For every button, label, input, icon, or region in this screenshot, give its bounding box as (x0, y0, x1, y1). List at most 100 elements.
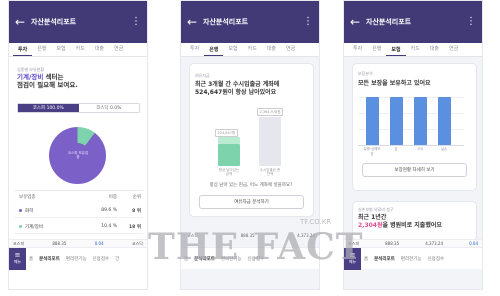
hamburger-icon: ≡ (14, 251, 21, 259)
tab-investment[interactable]: 투자 (185, 45, 204, 56)
tab-investment[interactable]: 투자 (13, 46, 33, 56)
tab-loan[interactable]: 대출 (425, 45, 444, 56)
nav-home[interactable]: 홈 (26, 256, 36, 262)
category-tabs: 투자 은행 보험 카드 대출 연금 (344, 43, 482, 57)
tab-insurance[interactable]: 보험 (386, 46, 406, 56)
bar-axis-label: 실손 (440, 147, 448, 151)
bar-axis-label: 3대 (417, 147, 423, 151)
tab-bank[interactable]: 은행 (367, 45, 386, 56)
section-headline: 기계/장비 섹터는 점검이 필요해 보여요. (17, 73, 117, 89)
phone-screen-insurance: ← 자산분석리포트 ⋮ 투자 은행 보험 카드 대출 연금 보장분석 모든 보장… (343, 0, 483, 290)
bar-axis-label: 질병·상해보장 (363, 147, 381, 156)
category-tabs: 투자 은행 보험 카드 대출 연금 (9, 43, 147, 57)
tab-pension[interactable]: 연금 (109, 45, 128, 56)
menu-button[interactable]: ≡ 메뉴 (9, 247, 26, 270)
bar-value-label: 2,364,978원 (257, 108, 284, 116)
question-text: 항상 남아 있는 현금, 어느 계좌에 넣을까요? (209, 183, 293, 188)
nav-convenient-features[interactable]: 편리한기능 (63, 256, 90, 262)
nav-analysis-report[interactable]: 분석리포트 (36, 256, 63, 262)
tab-insurance[interactable]: 보험 (51, 45, 70, 56)
tab-bank[interactable]: 은행 (32, 45, 51, 56)
app-header: ← 자산분석리포트 ⋮ (344, 1, 482, 43)
bottom-nav: ≡ 메뉴 홈 분석리포트 편리한기능 신용점수 (344, 247, 482, 270)
ticker-value-2: 4,373.24 (425, 241, 444, 246)
app-header: ← 자산분석리포트 ⋮ (181, 1, 319, 43)
page-title: 자산분석리포트 (203, 18, 249, 26)
toggle-kospi[interactable]: 코스피 100.0% (18, 104, 79, 112)
coverage-bar (414, 97, 427, 145)
more-vertical-icon[interactable]: ⋮ (466, 17, 476, 27)
col-rank: 순위 (132, 194, 141, 200)
toggle-kosdaq[interactable]: 코스닥 0.0% (79, 104, 140, 112)
tab-loan[interactable]: 대출 (90, 45, 109, 56)
claim-subtitle: 실손보험 의료비 청구 (358, 207, 394, 212)
section-headline: 최근 3개월 간 수시입출금 계좌에 524,647원이 항상 남아있어요 (195, 81, 280, 96)
col-share: 비중 (108, 194, 117, 200)
coverage-bar (366, 97, 379, 145)
ticker-change: 0.04 (94, 241, 104, 246)
legend-dot-icon (19, 209, 22, 212)
bar-axis-label: 항상 남아있는 금액 (218, 168, 240, 176)
menu-label: 메뉴 (13, 259, 22, 264)
tab-card[interactable]: 카드 (406, 45, 425, 56)
coverage-bar (390, 97, 403, 145)
coverage-detail-button[interactable]: 보장현황 자세히 보기 (362, 163, 467, 177)
headline-highlight: 기계/장비 (17, 73, 44, 81)
headline-text-2: 점검이 필요해 보여요. (17, 81, 78, 89)
bar-axis-label: 암 (394, 147, 398, 151)
row-share: 10.4 % (101, 224, 117, 229)
claim-line-2: 을 병원비로 지출했어요 (382, 222, 442, 229)
back-arrow-icon[interactable]: ← (187, 15, 199, 29)
tab-card[interactable]: 카드 (243, 45, 262, 56)
baseline (358, 145, 464, 146)
ticker-index-2: 코스닥 (131, 240, 143, 246)
table-row[interactable]: 화학 89.6 % 8 위 (15, 204, 143, 218)
ticker-index: 코스피 (13, 240, 25, 246)
page-title: 자산분석리포트 (366, 18, 412, 26)
tab-card[interactable]: 카드 (71, 45, 90, 56)
market-toggle: 코스피 100.0% 코스닥 0.0% (17, 103, 140, 113)
category-tabs: 투자 은행 보험 카드 대출 연금 (181, 43, 319, 57)
nav-credit-score[interactable]: 신용점수 (425, 256, 448, 262)
row-share: 89.6 % (101, 208, 117, 213)
tab-pension[interactable]: 연금 (444, 45, 463, 56)
bar-total-balance (259, 117, 281, 166)
ticker-value: 888.35 (52, 241, 67, 246)
bar-value-label: 524,647원 (215, 129, 238, 137)
section-subtitle: 여유자금 (195, 73, 210, 78)
more-vertical-icon[interactable]: ⋮ (303, 17, 313, 27)
col-sector: 보유업종 (19, 194, 36, 200)
bar-always-remaining (218, 144, 240, 166)
back-arrow-icon[interactable]: ← (350, 15, 362, 29)
market-ticker: 코스피 888.35 4,373.24 0.04 (344, 239, 482, 247)
bottom-nav: ≡ 메뉴 홈 분석리포트 편리한기능 신용점수 간 (9, 247, 147, 270)
nav-convenient-features[interactable]: 편리한기능 (398, 256, 425, 262)
tab-loan[interactable]: 대출 (262, 45, 281, 56)
claim-line-1: 최근 1년간 (358, 214, 387, 221)
table-row[interactable]: 기계/장비 10.4 % 18 위 (15, 220, 143, 234)
tab-investment[interactable]: 투자 (348, 45, 367, 56)
tab-pension[interactable]: 연금 (281, 45, 300, 56)
legend-dot-icon (19, 225, 22, 228)
market-ticker: 코스피 888.35 0.04 코스닥 (9, 239, 147, 247)
ticker-value: 888.35 (385, 241, 400, 246)
watermark-url: TF.CO.KR (300, 218, 332, 226)
watermark-logo: THE FACT (148, 226, 364, 268)
tab-insurance[interactable]: 보험 (223, 45, 242, 56)
headline-text-1: 섹터는 (43, 73, 64, 81)
phone-screen-investment: ← 자산분석리포트 ⋮ 투자 은행 보험 카드 대출 연금 업종별 보유현황 기… (8, 0, 148, 290)
tab-bank[interactable]: 은행 (204, 46, 224, 56)
nav-analysis-report[interactable]: 분석리포트 (371, 256, 398, 262)
nav-credit-score[interactable]: 신용점수 (90, 256, 113, 262)
section-headline: 모든 보장을 보유하고 있어요 (358, 80, 431, 87)
row-sector: 기계/장비 (25, 224, 44, 230)
analyze-spare-cash-button[interactable]: 여유자금 분석하기 (199, 195, 304, 209)
back-arrow-icon[interactable]: ← (15, 15, 27, 29)
section-subtitle: 보장분석 (358, 71, 373, 76)
row-sector: 화학 (25, 208, 34, 214)
app-header: ← 자산분석리포트 ⋮ (9, 1, 147, 43)
nav-more[interactable]: 간 (112, 256, 122, 262)
more-vertical-icon[interactable]: ⋮ (131, 17, 141, 27)
coverage-bar (438, 97, 451, 145)
bar-always-remaining-top (218, 137, 240, 144)
